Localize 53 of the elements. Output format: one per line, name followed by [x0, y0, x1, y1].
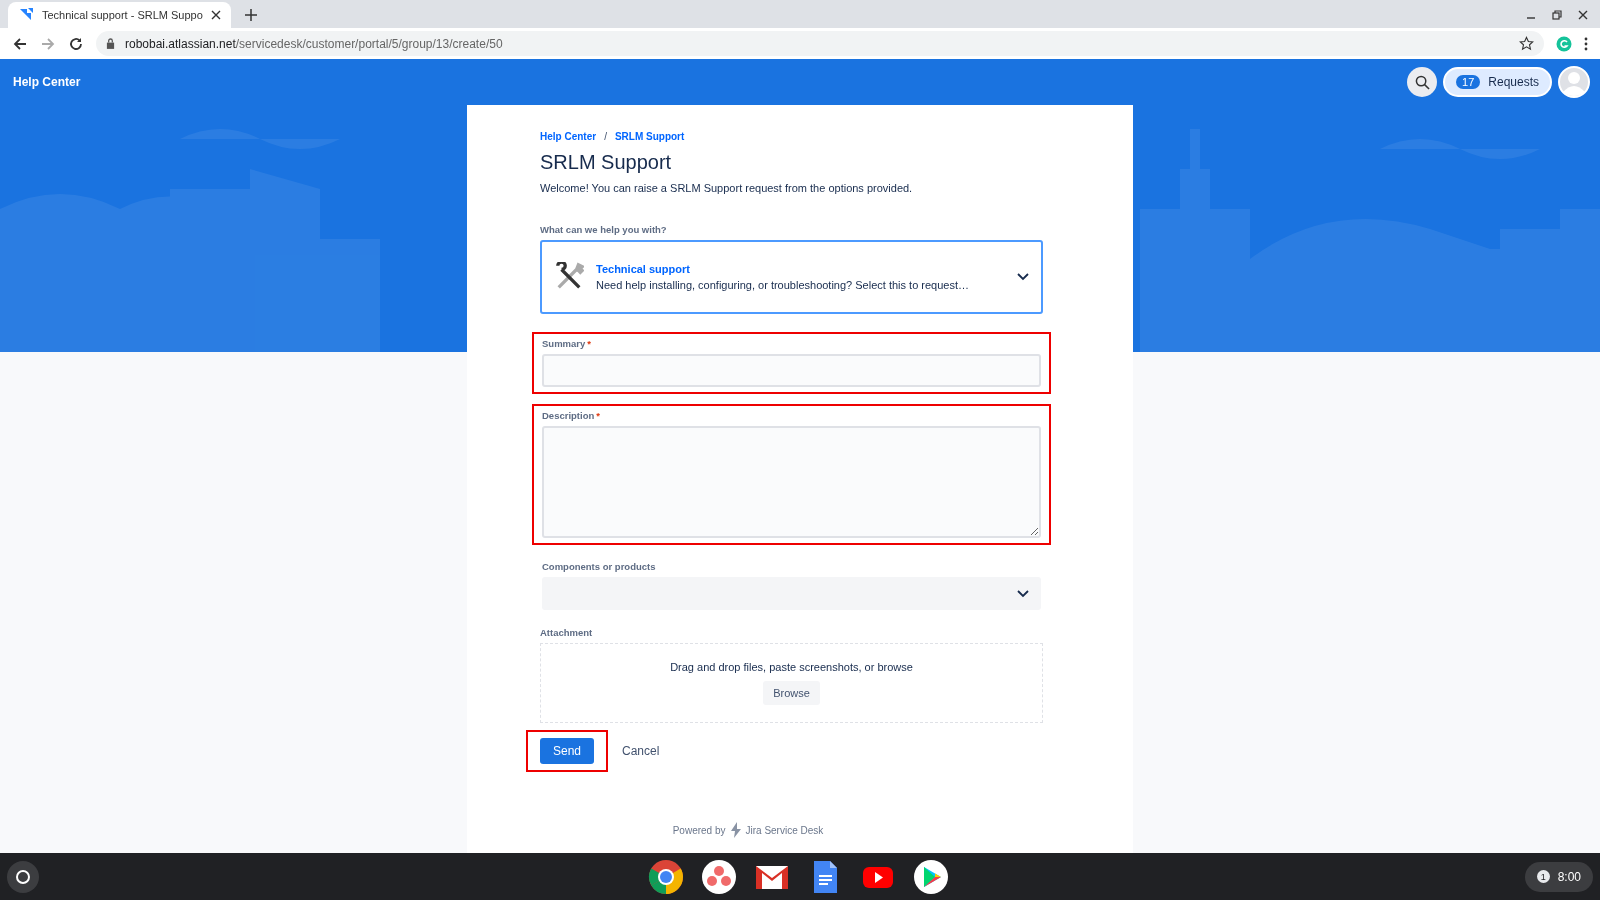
field-label: Attachment: [540, 627, 594, 638]
summary-field[interactable]: [542, 354, 1041, 387]
welcome-text: Welcome! You can raise a SRLM Support request from the options provided.: [540, 182, 914, 194]
field-label: What can we help you with?: [540, 224, 668, 235]
requests-label: Requests: [1488, 75, 1539, 89]
avatar-icon[interactable]: [1558, 66, 1590, 98]
breadcrumb-link[interactable]: Help Center: [540, 131, 597, 142]
close-icon[interactable]: [210, 10, 221, 20]
breadcrumb-separator: /: [604, 131, 607, 142]
attachment-dropzone[interactable]: Drag and drop files, paste screenshots, or browse Browse: [540, 643, 1043, 723]
description-field[interactable]: [542, 426, 1041, 538]
chevron-down-icon: [1017, 273, 1029, 281]
asana-icon[interactable]: [701, 858, 737, 895]
browser-tab[interactable]: Technical support - SRLM Suppo: [8, 2, 231, 28]
notification-badge: 1: [1536, 870, 1550, 883]
close-icon[interactable]: [1578, 10, 1588, 20]
site-title[interactable]: Help Center: [13, 75, 81, 89]
play-store-icon[interactable]: [913, 858, 949, 895]
field-label: Description *: [542, 410, 601, 421]
star-icon[interactable]: [1519, 36, 1534, 51]
dropzone-hint: Drag and drop files, paste screenshots, or browse: [670, 661, 913, 673]
bolt-icon: [729, 822, 742, 838]
cancel-button[interactable]: Cancel: [618, 740, 664, 762]
lock-icon: [106, 38, 115, 49]
powered-by-text: Powered by: [672, 824, 726, 836]
breadcrumb-link[interactable]: SRLM Support: [614, 131, 685, 142]
requests-button[interactable]: 17 Requests: [1443, 67, 1552, 97]
count-badge: 17: [1456, 75, 1481, 89]
request-type-select[interactable]: Technical support Need help installing, configuring, or troubleshooting? Select this to request…: [540, 240, 1043, 314]
chevron-down-icon: [1017, 589, 1029, 598]
address-field[interactable]: robobai.atlassian.net/servicedesk/customer/portal/5/group/13/create/50: [96, 31, 1544, 56]
page-title: SRLM Support: [540, 151, 673, 174]
restore-icon[interactable]: [1552, 10, 1562, 20]
required-mark: *: [596, 410, 600, 421]
request-type-title: Technical support: [596, 263, 691, 275]
new-tab-icon[interactable]: [244, 9, 257, 21]
browse-button[interactable]: Browse: [763, 681, 820, 705]
clock-text: 8:00: [1557, 869, 1581, 884]
required-mark: *: [587, 338, 591, 349]
launcher-icon[interactable]: [7, 860, 39, 893]
back-icon[interactable]: [12, 35, 28, 52]
product-link[interactable]: Jira Service Desk: [745, 824, 824, 836]
search-icon: [1414, 74, 1430, 90]
request-type-description: Need help installing, configuring, or troubleshooting? Select this to request…: [596, 279, 970, 291]
field-label: Components or products: [542, 561, 657, 572]
status-tray[interactable]: 1 8:00: [1524, 861, 1593, 892]
tab-title: Technical support - SRLM Suppo: [42, 9, 203, 21]
menu-icon[interactable]: [1584, 36, 1588, 51]
chrome-icon[interactable]: [648, 858, 684, 895]
send-button[interactable]: Send: [540, 738, 595, 764]
url-text: robobai.atlassian.net/servicedesk/customer/portal/5/group/13/create/50: [125, 36, 503, 51]
reload-icon[interactable]: [68, 35, 84, 52]
field-label: Summary *: [542, 338, 592, 349]
